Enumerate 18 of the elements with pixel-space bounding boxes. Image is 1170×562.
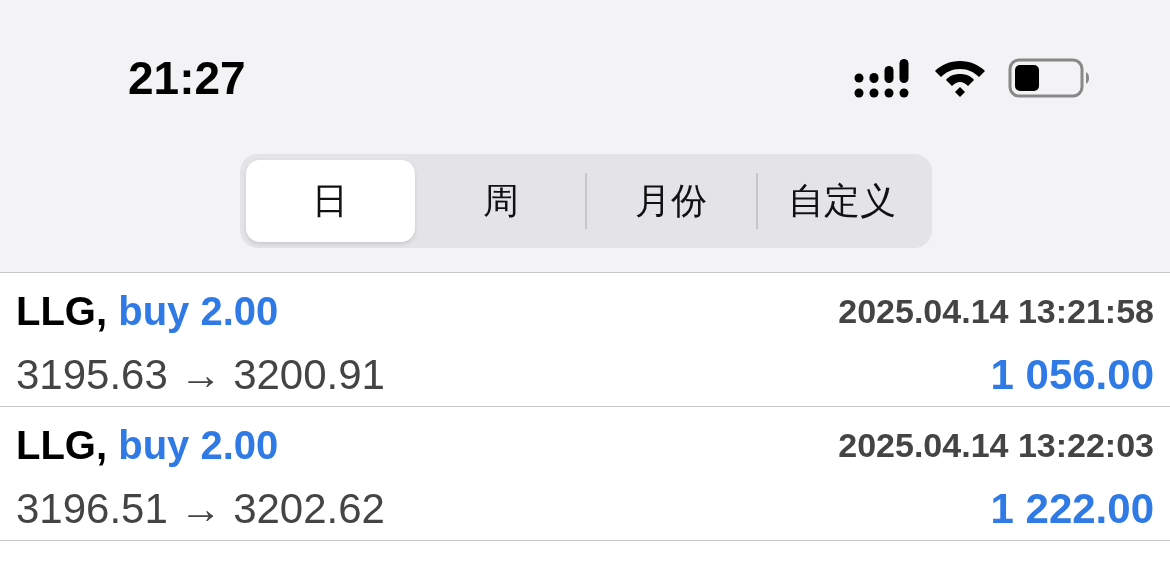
- signal-icon: [854, 57, 912, 99]
- profit-value: 1 056.00: [990, 351, 1154, 399]
- period-tab[interactable]: 周: [416, 160, 585, 242]
- symbol-label: LLG,: [16, 288, 108, 333]
- clock-time: 21:27: [128, 51, 246, 105]
- symbol-label: LLG,: [16, 422, 108, 467]
- profit-value: 1 222.00: [990, 485, 1154, 533]
- order-label: buy 2.00: [118, 288, 279, 333]
- period-tab[interactable]: 月份: [587, 160, 756, 242]
- trade-time: 2025.04.14 13:21:58: [838, 291, 1154, 331]
- price-change: 3196.51 → 3202.62: [16, 485, 385, 533]
- wifi-icon: [934, 59, 986, 97]
- order-label: buy 2.00: [118, 422, 279, 467]
- period-tab[interactable]: 日: [246, 160, 415, 242]
- period-tab[interactable]: 自定义: [757, 160, 926, 242]
- trade-time: 2025.04.14 13:22:03: [838, 425, 1154, 465]
- battery-icon: [1008, 58, 1090, 98]
- price-change: 3195.63 → 3200.91: [16, 351, 385, 399]
